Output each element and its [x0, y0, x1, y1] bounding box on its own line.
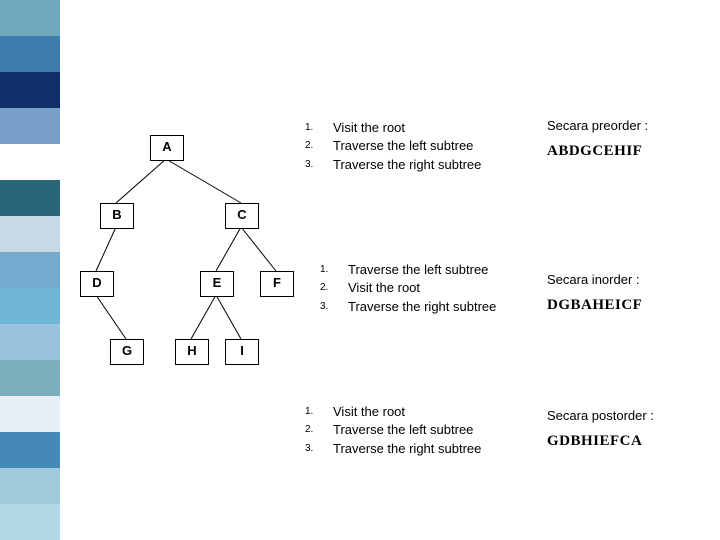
postorder-steps: 1.Visit the root 2.Traverse the left sub…: [305, 404, 545, 459]
list-number: 2.: [320, 280, 348, 295]
list-number: 3.: [305, 157, 333, 172]
preorder-title: Secara preorder :: [547, 118, 712, 133]
step-text: Traverse the left subtree: [348, 262, 560, 278]
tree-node-c: C: [225, 203, 259, 229]
step-text: Visit the root: [333, 404, 545, 420]
tree-node-i: I: [225, 339, 259, 365]
list-number: 2.: [305, 138, 333, 153]
inorder-title: Secara inorder :: [547, 272, 712, 287]
preorder-steps: 1.Visit the root 2.Traverse the left sub…: [305, 120, 545, 175]
postorder-sequence: GDBHIEFCA: [547, 433, 712, 450]
step-text: Traverse the left subtree: [333, 422, 545, 438]
postorder-title: Secara postorder :: [547, 408, 712, 423]
list-number: 1.: [305, 120, 333, 135]
step-text: Traverse the right subtree: [333, 157, 545, 173]
inorder-steps: 1.Traverse the left subtree 2.Visit the …: [320, 262, 560, 317]
step-text: Traverse the right subtree: [333, 441, 545, 457]
list-number: 3.: [305, 441, 333, 456]
step-text: Traverse the right subtree: [348, 299, 560, 315]
preorder-sequence: ABDGCEHIF: [547, 143, 712, 160]
tree-diagram: A B C D E F G H I: [70, 135, 310, 405]
inorder-sequence: DGBAHEICF: [547, 297, 712, 314]
decorative-left-stripe: [0, 0, 60, 540]
tree-node-g: G: [110, 339, 144, 365]
list-number: 2.: [305, 422, 333, 437]
tree-node-a: A: [150, 135, 184, 161]
list-number: 1.: [320, 262, 348, 277]
step-text: Visit the root: [348, 280, 560, 296]
tree-node-f: F: [260, 271, 294, 297]
preorder-result: Secara preorder : ABDGCEHIF: [547, 118, 712, 160]
inorder-result: Secara inorder : DGBAHEICF: [547, 272, 712, 314]
tree-node-e: E: [200, 271, 234, 297]
postorder-result: Secara postorder : GDBHIEFCA: [547, 408, 712, 450]
step-text: Visit the root: [333, 120, 545, 136]
tree-node-d: D: [80, 271, 114, 297]
list-number: 3.: [320, 299, 348, 314]
tree-node-b: B: [100, 203, 134, 229]
step-text: Traverse the left subtree: [333, 138, 545, 154]
tree-node-h: H: [175, 339, 209, 365]
list-number: 1.: [305, 404, 333, 419]
